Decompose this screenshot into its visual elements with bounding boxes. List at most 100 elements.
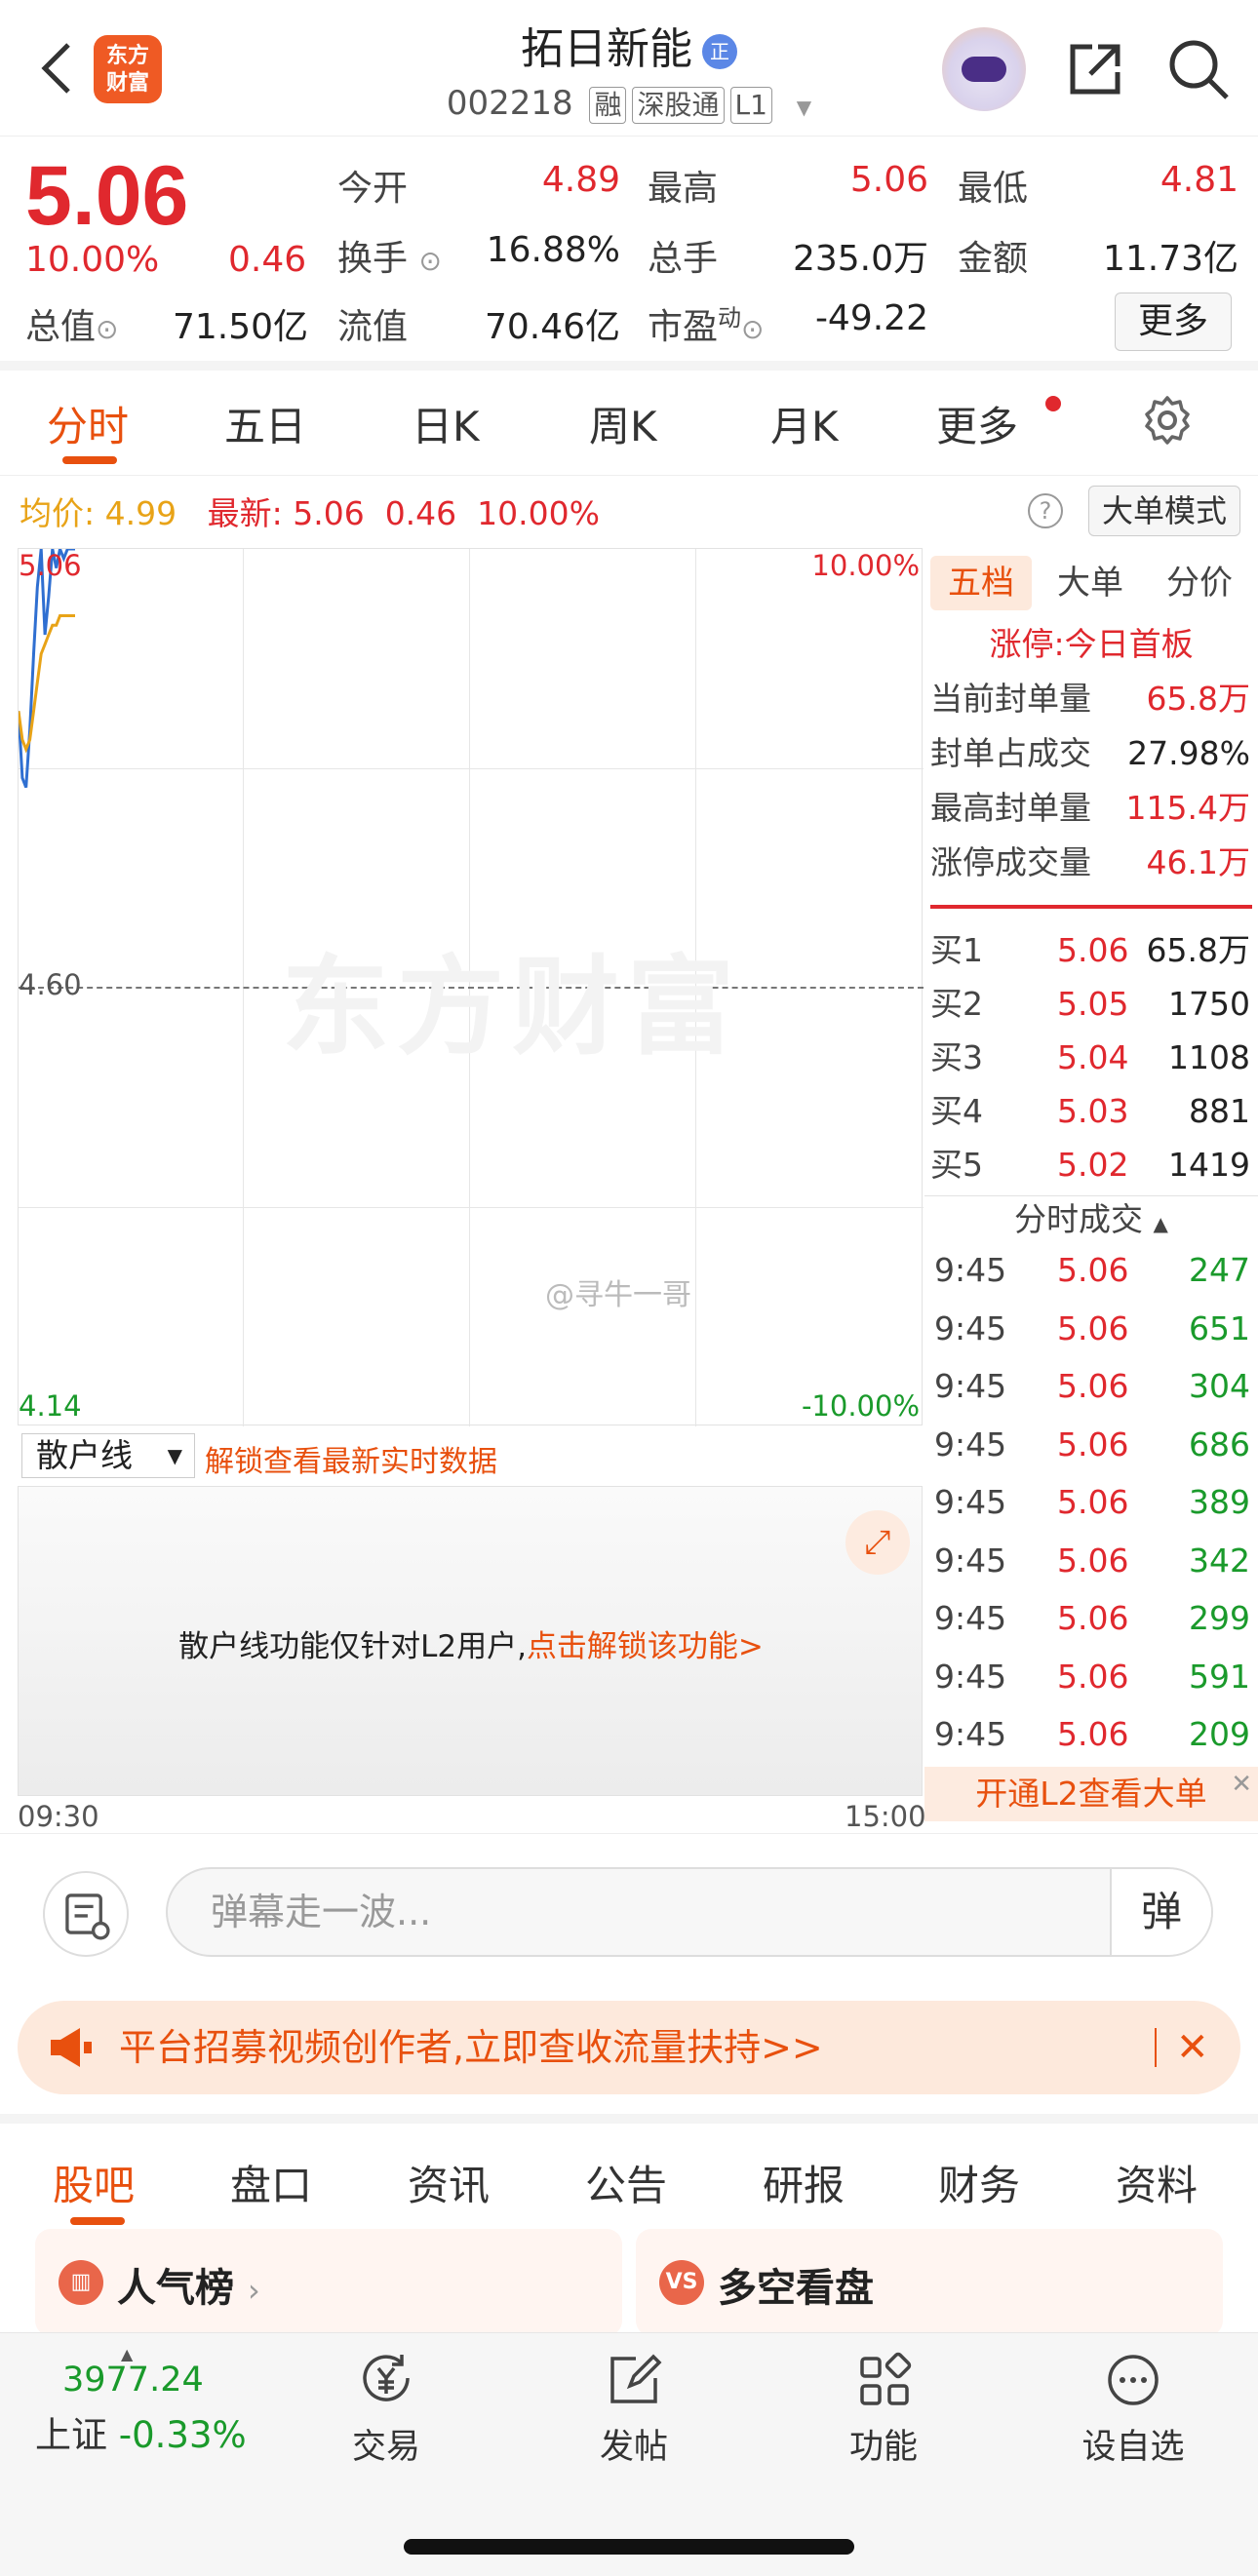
more-button[interactable]: 更多 bbox=[1115, 293, 1232, 351]
chevron-right-icon: › bbox=[247, 2272, 260, 2309]
triangle-up-icon: ▲ bbox=[121, 2345, 134, 2363]
bid-price: 5.04 bbox=[1057, 1038, 1129, 1076]
pe-superscript: 动 bbox=[718, 304, 742, 332]
tab-guba[interactable]: 股吧 bbox=[53, 2153, 135, 2212]
tab-intraday[interactable]: 分时 bbox=[47, 394, 129, 453]
retail-line-text: 散户线功能仅针对L2用户, bbox=[178, 1629, 527, 1664]
nav-trade[interactable]: 交易 bbox=[308, 2349, 464, 2469]
tab-month-k[interactable]: 月K bbox=[770, 394, 839, 453]
zheng-badge-icon: 正 bbox=[702, 34, 737, 69]
trade-row: 9:45 5.06 209 bbox=[924, 1710, 1258, 1759]
mcap-label-text: 总值 bbox=[25, 307, 97, 347]
tab-pankou[interactable]: 盘口 bbox=[230, 2153, 312, 2212]
bid-label: 买4 bbox=[930, 1092, 983, 1130]
trade-price: 5.06 bbox=[1057, 1599, 1129, 1637]
help-question-icon[interactable]: ? bbox=[1028, 493, 1063, 528]
turnover-value: 16.88% bbox=[486, 230, 620, 270]
pe-label[interactable]: 市盈动⊙ bbox=[648, 298, 764, 349]
content-tabs: 股吧 盘口 资讯 公告 研报 财务 资料 bbox=[0, 2114, 1258, 2225]
info-circle-icon[interactable]: ⊙ bbox=[418, 245, 441, 277]
bid-row[interactable]: 买1 5.06 65.8万 bbox=[924, 926, 1258, 975]
home-indicator bbox=[404, 2539, 854, 2555]
bid-price: 5.02 bbox=[1057, 1146, 1129, 1184]
mcap-label[interactable]: 总值⊙ bbox=[25, 298, 118, 349]
bid-row[interactable]: 买4 5.03 881 bbox=[924, 1087, 1258, 1136]
danmu-send-button[interactable]: 弹 bbox=[1110, 1869, 1211, 1955]
tab-announcements[interactable]: 公告 bbox=[585, 2153, 667, 2212]
current-price: 5.06 bbox=[25, 149, 189, 243]
unlock-feature-link[interactable]: 点击解锁该功能> bbox=[527, 1629, 764, 1664]
l2-upgrade-banner[interactable]: 开通L2查看大单 ✕ bbox=[924, 1767, 1258, 1821]
tab-five-level[interactable]: 五档 bbox=[930, 556, 1032, 610]
trade-time: 9:45 bbox=[934, 1599, 1007, 1637]
close-icon[interactable]: ✕ bbox=[1176, 2001, 1209, 2094]
tab-more[interactable]: 更多 bbox=[936, 394, 1018, 453]
bid-row[interactable]: 买5 5.02 1419 bbox=[924, 1141, 1258, 1190]
volume-value: 235.0万 bbox=[792, 239, 928, 279]
open-label: 今开 bbox=[337, 169, 409, 209]
active-tab-indicator bbox=[62, 456, 117, 464]
bid-row[interactable]: 买2 5.05 1750 bbox=[924, 980, 1258, 1029]
big-order-mode-button[interactable]: 大单模式 bbox=[1088, 486, 1240, 536]
tab-profile[interactable]: 资料 bbox=[1116, 2153, 1198, 2212]
indicator-dropdown[interactable]: 散户线 ▼ bbox=[21, 1433, 195, 1478]
index-widget[interactable]: ▲ 3977.24 上证 -0.33% bbox=[35, 2345, 247, 2458]
share-icon[interactable] bbox=[1063, 37, 1127, 101]
tab-week-k[interactable]: 周K bbox=[589, 394, 657, 453]
settings-gear-icon[interactable] bbox=[1141, 394, 1194, 447]
tab-five-day[interactable]: 五日 bbox=[224, 394, 306, 453]
popularity-title-text: 人气榜 bbox=[117, 2266, 234, 2311]
danmu-input[interactable]: 弹幕走一波... bbox=[166, 1867, 1213, 1957]
nav-watchlist[interactable]: 设自选 bbox=[1055, 2349, 1211, 2469]
tab-research[interactable]: 研报 bbox=[763, 2153, 845, 2212]
tab-news[interactable]: 资讯 bbox=[408, 2153, 490, 2212]
stat-value: 115.4万 bbox=[1125, 789, 1250, 827]
top-header: 东方财富 拓日新能正 002218 融深股通 L1 ▼ bbox=[0, 0, 1258, 137]
index-name: 上证 bbox=[35, 2414, 107, 2456]
bid-row[interactable]: 买3 5.04 1108 bbox=[924, 1034, 1258, 1082]
bar-chart-icon: ▥ bbox=[59, 2260, 103, 2305]
expand-icon[interactable]: ⤢ bbox=[845, 1510, 910, 1575]
nav-functions-label: 功能 bbox=[848, 2428, 918, 2467]
bid-volume: 1108 bbox=[1168, 1038, 1250, 1076]
info-circle-icon[interactable]: ⊙ bbox=[741, 313, 764, 345]
trade-time: 9:45 bbox=[934, 1715, 1007, 1753]
bid-volume: 1750 bbox=[1168, 985, 1250, 1023]
nav-functions[interactable]: 功能 bbox=[806, 2349, 962, 2469]
retail-line-panel: ⤢ 散户线功能仅针对L2用户,点击解锁该功能> bbox=[18, 1486, 923, 1796]
amount-value: 11.73亿 bbox=[1102, 239, 1238, 279]
float-value: 70.46亿 bbox=[484, 307, 620, 347]
yen-trade-icon bbox=[363, 2355, 410, 2401]
promo-banner[interactable]: 平台招募视频创作者,立即查收流量扶持>> ✕ bbox=[18, 2001, 1240, 2094]
sub-indicator-bar: 散户线 ▼ 解锁查看最新实时数据 bbox=[18, 1427, 923, 1484]
trade-volume: 304 bbox=[1189, 1367, 1250, 1405]
tab-day-k[interactable]: 日K bbox=[412, 394, 480, 453]
trade-row: 9:45 5.06 591 bbox=[924, 1653, 1258, 1701]
tab-price-split[interactable]: 分价 bbox=[1149, 556, 1250, 610]
chevron-down-icon[interactable]: ▼ bbox=[797, 96, 811, 119]
danmu-settings-icon[interactable] bbox=[43, 1871, 129, 1957]
nav-post[interactable]: 发帖 bbox=[556, 2349, 712, 2469]
stat-label: 涨停成交量 bbox=[930, 843, 1091, 881]
chart-bottom-price: 4.14 bbox=[19, 1389, 82, 1423]
close-icon[interactable]: ✕ bbox=[1231, 1757, 1252, 1812]
amount-label: 金额 bbox=[958, 239, 1029, 279]
unlock-link[interactable]: 解锁查看最新实时数据 bbox=[205, 1437, 497, 1480]
info-circle-icon[interactable]: ⊙ bbox=[96, 313, 118, 345]
index-percent: -0.33% bbox=[118, 2414, 247, 2456]
pe-value: -49.22 bbox=[814, 298, 928, 338]
nav-watchlist-label: 设自选 bbox=[1081, 2428, 1185, 2467]
assistant-robot-icon[interactable] bbox=[942, 27, 1026, 111]
intraday-chart[interactable]: 东方财富 @寻牛一哥 5.06 10.00% 4.60 4.14 -10.00% bbox=[18, 548, 924, 1426]
search-icon[interactable] bbox=[1166, 37, 1231, 101]
bull-bear-card[interactable]: VS 多空看盘 bbox=[636, 2229, 1223, 2336]
tab-big-order[interactable]: 大单 bbox=[1040, 556, 1141, 610]
trade-price: 5.06 bbox=[1057, 1425, 1129, 1464]
turnover-label[interactable]: 换手 ⊙ bbox=[337, 230, 442, 281]
trades-header[interactable]: 分时成交 ▲ bbox=[924, 1195, 1258, 1244]
trade-volume: 247 bbox=[1189, 1251, 1250, 1289]
nav-post-label: 发帖 bbox=[599, 2428, 668, 2467]
popularity-card[interactable]: ▥ 人气榜 › bbox=[35, 2229, 622, 2336]
bid-price: 5.03 bbox=[1057, 1092, 1129, 1130]
tab-finance[interactable]: 财务 bbox=[938, 2153, 1020, 2212]
